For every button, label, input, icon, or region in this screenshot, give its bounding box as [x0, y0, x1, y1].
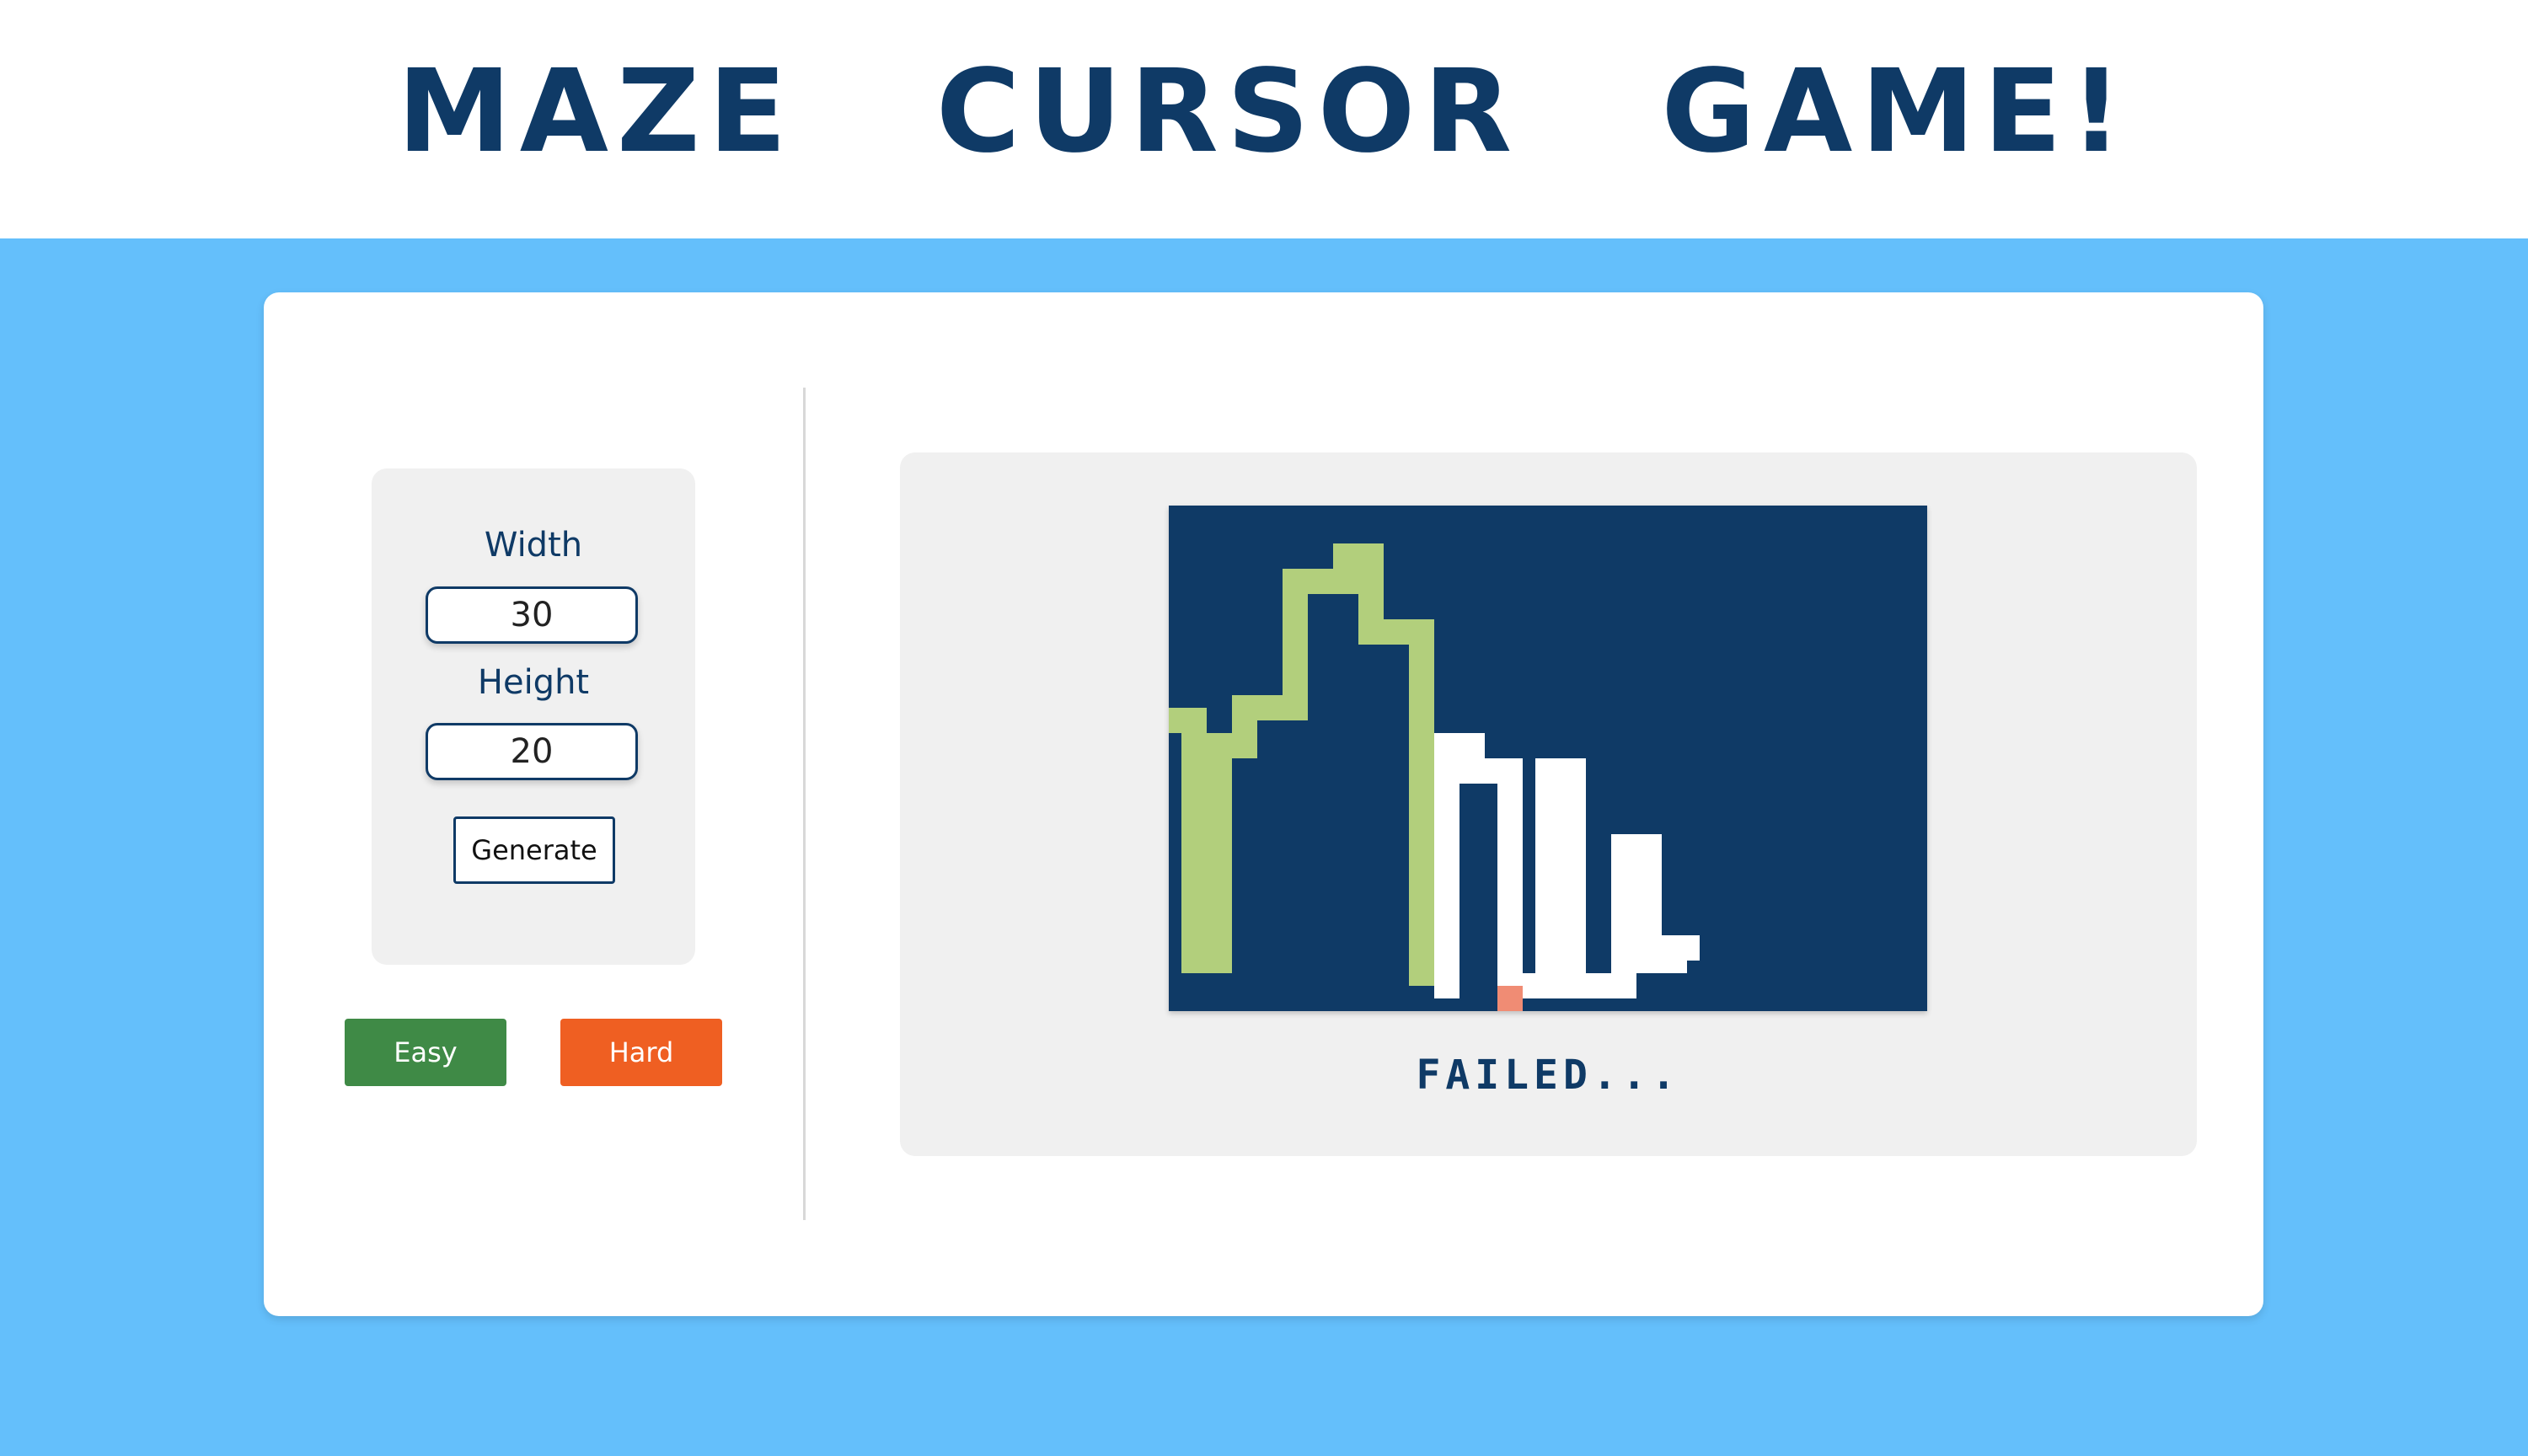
height-input[interactable]: [426, 723, 638, 780]
easy-button[interactable]: Easy: [345, 1019, 506, 1086]
page-title: MAZE CURSOR GAME!: [397, 46, 2131, 179]
generate-button[interactable]: Generate: [453, 816, 615, 884]
header: MAZE CURSOR GAME!: [0, 0, 2528, 238]
width-label: Width: [484, 526, 583, 565]
width-input[interactable]: [426, 586, 638, 644]
height-label: Height: [477, 663, 590, 702]
hard-button[interactable]: Hard: [560, 1019, 722, 1086]
divider: [803, 388, 806, 1220]
settings-panel: Width Height Generate: [372, 468, 695, 965]
maze-board[interactable]: [1169, 506, 1927, 1011]
game-status: FAILED...: [1416, 1052, 1681, 1099]
maze-canvas[interactable]: [1169, 506, 1927, 1011]
maze-fail-cell: [1497, 986, 1523, 1011]
